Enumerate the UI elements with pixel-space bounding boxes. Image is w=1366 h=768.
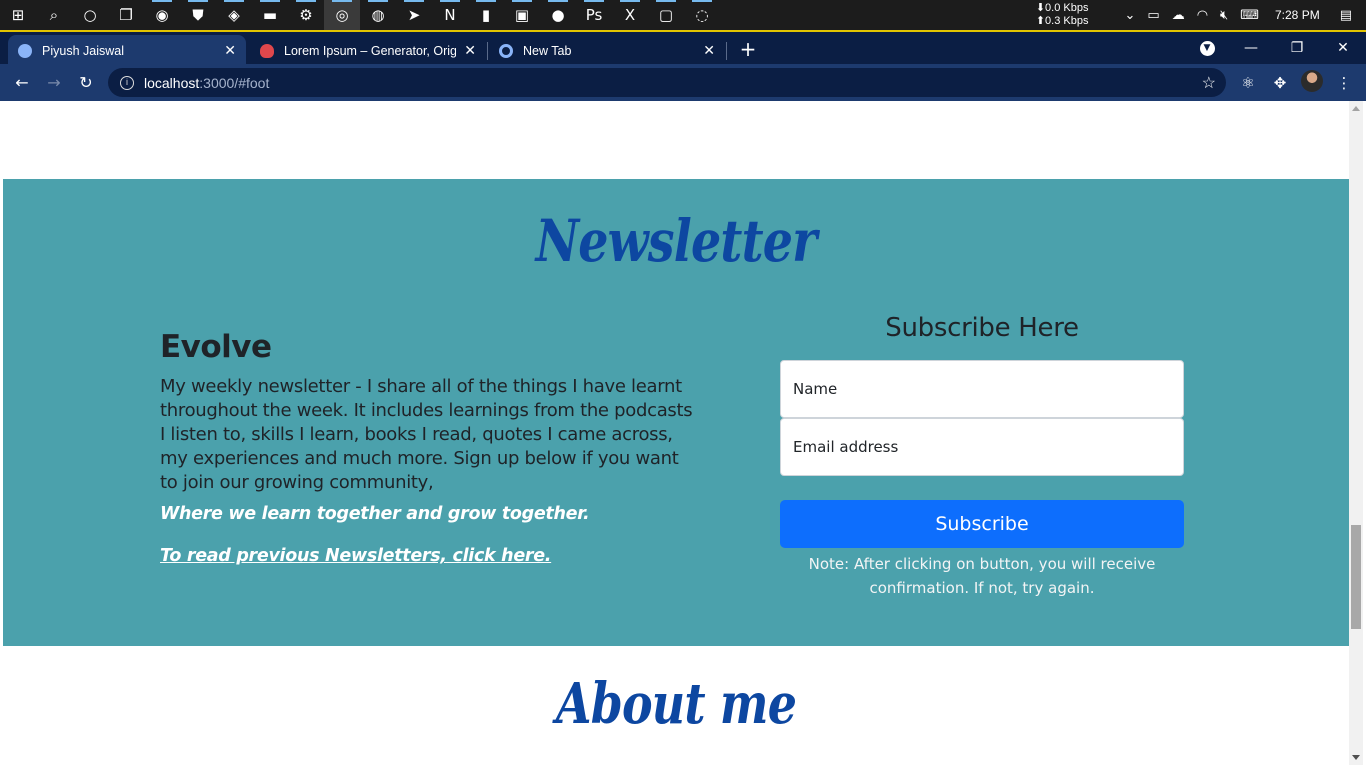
url-host: localhost (144, 74, 200, 91)
profile-button[interactable] (1296, 69, 1328, 96)
minimize-button[interactable]: — (1228, 32, 1274, 64)
wifi-icon[interactable]: ◠ (1191, 8, 1214, 23)
tab-lorem-ipsum[interactable]: Lorem Ipsum – Generator, Origin ✕ (250, 35, 486, 66)
evolve-heading: Evolve (160, 329, 272, 365)
name-field[interactable] (780, 360, 1184, 418)
newsletter-description: My weekly newsletter - I share all of th… (160, 376, 693, 493)
email-field[interactable] (780, 418, 1184, 476)
site-info-icon[interactable]: i (120, 75, 134, 90)
avatar (1301, 69, 1323, 92)
scroll-down-arrow-icon[interactable] (1352, 755, 1360, 760)
subscribe-note: Note: After clicking on button, you will… (808, 555, 1156, 597)
page-viewport: Newsletter Evolve My weekly newsletter -… (3, 101, 1349, 765)
close-tab-icon[interactable]: ✕ (464, 42, 476, 59)
scroll-up-arrow-icon[interactable] (1352, 106, 1360, 111)
task-view-icon[interactable]: ❐ (108, 0, 144, 30)
tab-search-icon: ▼ (1199, 40, 1215, 56)
chrome-icon (499, 43, 513, 58)
newsletter-title: Newsletter (535, 207, 818, 275)
subscribe-form: Subscribe Here Subscribe Note: After cli… (780, 313, 1184, 600)
net-down-text: ⬇0.0 Kbps (1035, 2, 1089, 14)
email-input[interactable] (793, 438, 1173, 456)
extensions-puzzle-icon[interactable]: ✥ (1264, 74, 1296, 92)
obs-icon[interactable]: ◌ (684, 0, 720, 30)
keyboard-icon[interactable]: ⌨ (1234, 8, 1265, 23)
settings-icon[interactable]: ⚙ (288, 0, 324, 30)
telegram-icon[interactable]: ➤ (396, 0, 432, 30)
address-bar[interactable]: i localhost:3000/#foot ☆ (108, 68, 1226, 97)
tab-title: Piyush Jaiswal (42, 43, 124, 58)
volume-muted-icon[interactable]: 🔇︎ (1214, 8, 1234, 23)
restore-button[interactable]: ❐ (1274, 32, 1320, 64)
tab-separator (487, 42, 488, 60)
tab-piyush-jaiswal[interactable]: Piyush Jaiswal ✕ (8, 35, 246, 66)
newsletter-section: Newsletter Evolve My weekly newsletter -… (3, 179, 1349, 646)
close-tab-icon[interactable]: ✕ (224, 42, 236, 59)
battery-icon[interactable]: ▭ (1141, 8, 1165, 23)
bookmark-star-icon[interactable]: ☆ (1202, 73, 1216, 93)
discord-icon[interactable]: ◈ (216, 0, 252, 30)
react-devtools-icon[interactable]: ⚛ (1232, 74, 1264, 92)
shield-icon[interactable]: ⛊ (180, 0, 216, 30)
new-tab-button[interactable]: + (736, 38, 760, 62)
chrome-icon[interactable]: ◎ (324, 0, 360, 30)
extensions-area: ⚛ ✥ ⋮ (1232, 64, 1360, 101)
tab-search-button[interactable]: ▼ (1184, 32, 1230, 64)
onedrive-cloud-icon[interactable]: ☁ (1166, 8, 1191, 23)
network-speed: ⬇0.0 Kbps ⬆0.3 Kbps (1036, 2, 1119, 28)
globe-icon (18, 43, 32, 58)
photoshop-icon[interactable]: Ps (576, 0, 612, 30)
action-center-icon[interactable]: ▤ (1334, 8, 1366, 23)
about-me-title: About me (555, 671, 797, 737)
windows-taskbar: ⊞ ⌕ ○ ❐ ◉ ⛊ ◈ ▬ ⚙ ◎ ◍ ➤ N ▮ ▣ ● Ps X ▢ ◌ ⬇0.0 Kbps ⬆0.3 Kbp… (0, 0, 1366, 30)
close-window-button[interactable]: ✕ (1320, 32, 1366, 64)
newsletter-tagline: Where we learn together and grow togethe… (160, 504, 590, 524)
app-icon[interactable]: ● (540, 0, 576, 30)
tab-separator (726, 42, 727, 60)
terminal-icon[interactable]: ▢ (648, 0, 684, 30)
cortana-icon[interactable]: ○ (72, 0, 108, 30)
system-tray: ⬇0.0 Kbps ⬆0.3 Kbps ⌄ ▭ ☁ ◠ 🔇︎ ⌨ 7:28 PM… (1036, 0, 1366, 30)
search-icon[interactable]: ⌕ (36, 0, 72, 30)
clock-time[interactable]: 7:28 PM (1265, 8, 1334, 22)
file-explorer-icon[interactable]: ▬ (252, 0, 288, 30)
reload-button[interactable]: ↻ (70, 67, 102, 99)
tab-title: Lorem Ipsum – Generator, Origin (284, 43, 457, 58)
forward-button[interactable]: → (38, 67, 70, 99)
name-input[interactable] (793, 380, 1173, 398)
newsletter-info: Evolve My weekly newsletter - I share al… (160, 329, 700, 566)
subscribe-heading: Subscribe Here (885, 313, 1079, 343)
browser-tab-strip: Piyush Jaiswal ✕ Lorem Ipsum – Generator… (0, 30, 1366, 66)
photos-icon[interactable]: ▣ (504, 0, 540, 30)
back-button[interactable]: ← (6, 67, 38, 99)
whatsapp-icon[interactable]: ◉ (144, 0, 180, 30)
lorem-ipsum-favicon-icon (260, 43, 274, 58)
tab-title: New Tab (523, 43, 572, 58)
start-icon[interactable]: ⊞ (0, 0, 36, 30)
docs-icon[interactable]: ▮ (468, 0, 504, 30)
net-up-text: ⬆0.3 Kbps (1035, 15, 1089, 27)
page-scrollbar[interactable] (1349, 101, 1363, 765)
tray-overflow-chevron-icon[interactable]: ⌄ (1118, 8, 1141, 23)
spotify-icon[interactable]: ◍ (360, 0, 396, 30)
url-path: :3000/#foot (199, 74, 270, 91)
scrollbar-thumb[interactable] (1351, 525, 1361, 629)
xampp-icon[interactable]: X (612, 0, 648, 30)
tab-new-tab[interactable]: New Tab ✕ (489, 35, 725, 66)
browser-toolbar: ← → ↻ i localhost:3000/#foot ☆ ⚛ ✥ ⋮ (0, 64, 1366, 101)
taskbar-apps: ⊞ ⌕ ○ ❐ ◉ ⛊ ◈ ▬ ⚙ ◎ ◍ ➤ N ▮ ▣ ● Ps X ▢ ◌ (0, 0, 720, 30)
close-tab-icon[interactable]: ✕ (703, 42, 715, 59)
menu-kebab-icon[interactable]: ⋮ (1328, 74, 1360, 92)
previous-newsletters-link[interactable]: To read previous Newsletters, click here… (160, 546, 551, 566)
subscribe-button[interactable]: Subscribe (780, 500, 1184, 548)
notion-icon[interactable]: N (432, 0, 468, 30)
